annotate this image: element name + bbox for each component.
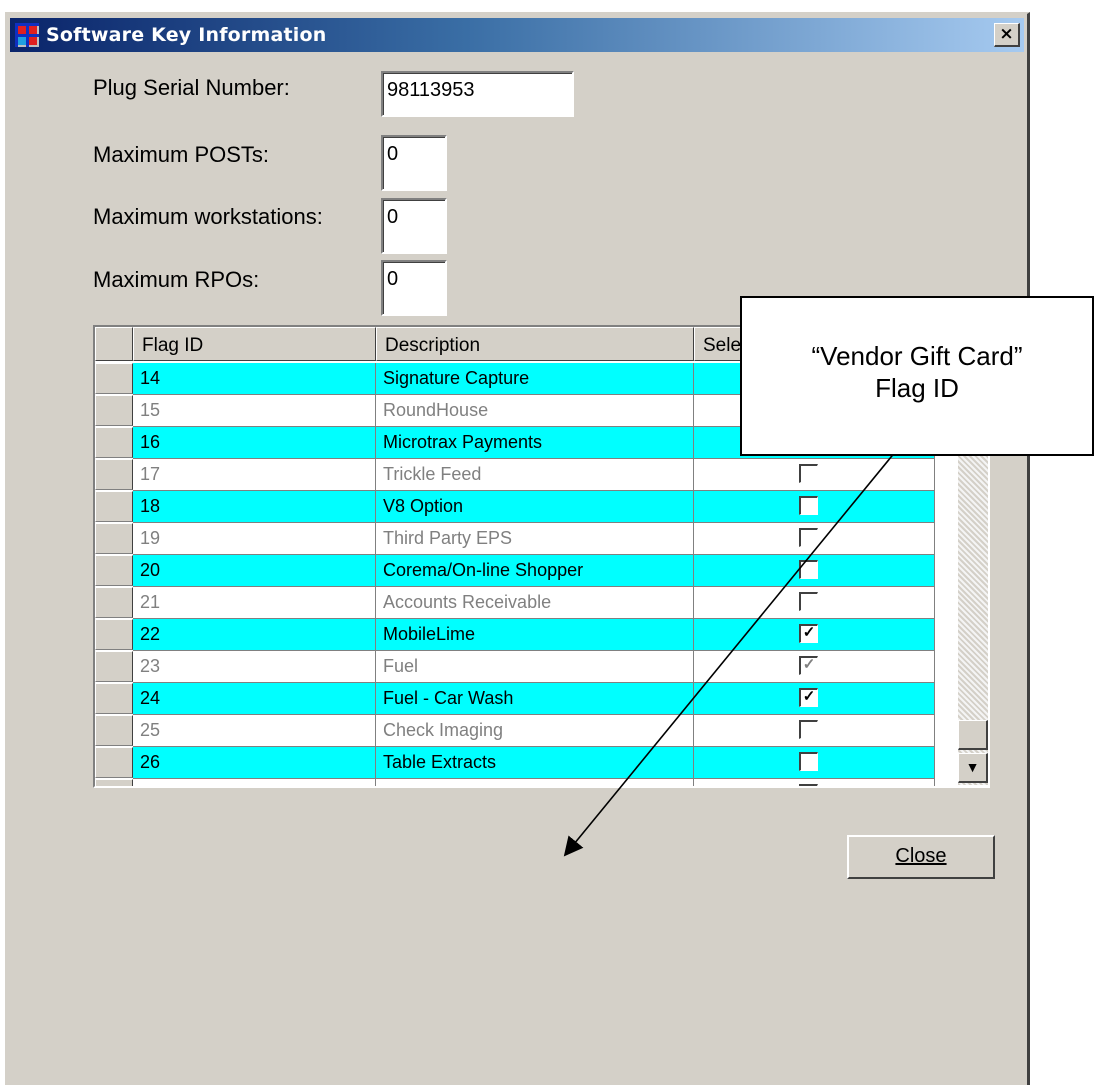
callout-arrow [563, 439, 906, 857]
callout-box: “Vendor Gift Card” Flag ID [740, 296, 1094, 456]
callout-line-1: “Vendor Gift Card” [811, 341, 1023, 371]
callout-line-2: Flag ID [875, 373, 959, 403]
